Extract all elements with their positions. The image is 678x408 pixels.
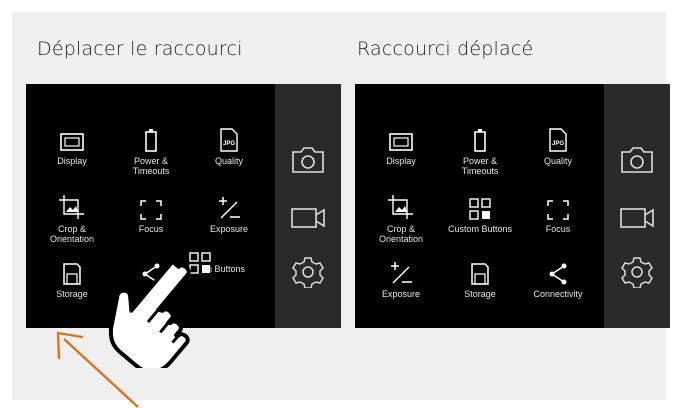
share-icon	[519, 257, 597, 285]
mode-sidebar	[604, 84, 670, 328]
plus-minus-icon	[190, 192, 268, 220]
battery-icon	[112, 124, 190, 152]
svg-text:JPG: JPG	[552, 141, 564, 147]
svg-text:JPG: JPG	[223, 141, 235, 147]
tile-label: Exposure	[209, 224, 249, 234]
tile-label: Custom Buttons	[447, 224, 513, 234]
tile-display[interactable]: Display	[33, 124, 111, 166]
tile-power[interactable]: Power & Timeouts	[441, 124, 519, 176]
tile-quality[interactable]: JPG Quality	[190, 124, 268, 166]
video-camera-icon[interactable]	[617, 198, 657, 238]
jpg-file-icon: JPG	[190, 124, 268, 152]
sd-card-icon	[441, 257, 519, 285]
focus-frame-icon	[112, 192, 190, 220]
tile-power[interactable]: Power & Timeouts	[112, 124, 190, 176]
tile-label: Focus	[138, 224, 164, 234]
tile-label: Crop & Orientation	[378, 224, 424, 244]
tile-label: Display	[386, 156, 416, 166]
focus-frame-icon	[519, 192, 597, 220]
mode-sidebar	[275, 84, 341, 328]
tile-label: Quality	[543, 156, 572, 166]
tile-focus[interactable]: Focus	[112, 192, 190, 234]
crop-icon	[362, 192, 440, 220]
tile-display[interactable]: Display	[362, 124, 440, 166]
tile-storage[interactable]: Storage	[441, 257, 519, 299]
tile-crop[interactable]: Crop & Orientation	[362, 192, 440, 244]
tile-label: Connectivity	[533, 289, 583, 299]
tile-focus[interactable]: Focus	[519, 192, 597, 234]
settings-gear-icon[interactable]	[617, 252, 657, 292]
tile-label: Exposure	[381, 289, 421, 299]
camera-icon[interactable]	[617, 140, 657, 180]
battery-icon	[441, 124, 519, 152]
tile-exposure[interactable]: Exposure	[190, 192, 268, 234]
display-icon	[33, 124, 111, 152]
tile-crop[interactable]: Crop & Orientation	[33, 192, 111, 244]
tile-label: Crop & Orientation	[49, 224, 95, 244]
tile-label: Power & Timeouts	[461, 156, 499, 176]
tile-custom-buttons[interactable]: Custom Buttons	[441, 192, 519, 234]
tile-label: Quality	[214, 156, 243, 166]
left-title: Déplacer le raccourci	[37, 38, 243, 60]
right-title: Raccourci déplacé	[357, 38, 534, 60]
tile-label: Power & Timeouts	[132, 156, 170, 176]
plus-minus-icon	[362, 257, 440, 285]
pointing-hand-icon	[108, 259, 191, 368]
video-camera-icon[interactable]	[288, 198, 328, 238]
tile-quality[interactable]: JPG Quality	[519, 124, 597, 166]
tile-connectivity[interactable]: Connectivity	[519, 257, 597, 299]
settings-gear-icon[interactable]	[288, 252, 328, 292]
tile-label: Storage	[464, 289, 496, 299]
camera-menu-after: Display Power & Timeouts JPG Quality Cro…	[355, 84, 670, 328]
tile-exposure[interactable]: Exposure	[362, 257, 440, 299]
camera-icon[interactable]	[288, 140, 328, 180]
tile-label: Display	[57, 156, 87, 166]
jpg-file-icon: JPG	[519, 124, 597, 152]
grid-icon	[441, 192, 519, 220]
tile-label: Focus	[545, 224, 571, 234]
display-icon	[362, 124, 440, 152]
crop-icon	[33, 192, 111, 220]
